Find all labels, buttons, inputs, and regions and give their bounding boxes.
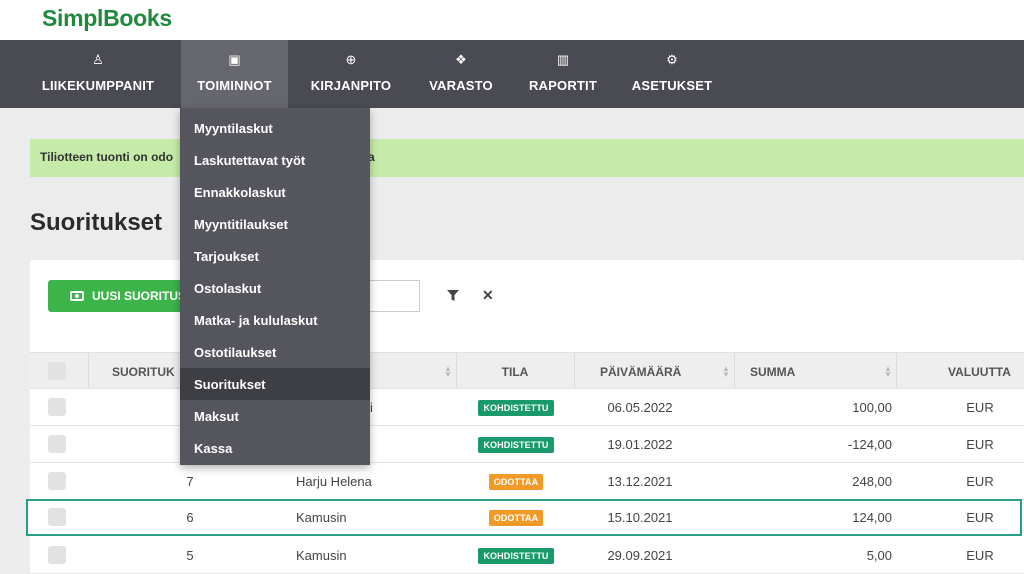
payment-amount: 124,00 <box>852 510 892 525</box>
menu-item-kassa[interactable]: Kassa <box>180 432 370 464</box>
nav-label: RAPORTIT <box>528 78 598 93</box>
select-all-checkbox[interactable] <box>48 362 66 380</box>
filter-icon[interactable] <box>447 290 459 302</box>
row-checkbox[interactable] <box>48 398 66 416</box>
partner-name[interactable]: i <box>370 389 373 426</box>
toiminnot-dropdown-menu: Myyntilaskut Laskutettavat työt Ennakkol… <box>180 108 370 465</box>
menu-item-ostolaskut[interactable]: Ostolaskut <box>180 272 370 304</box>
page-title: Suoritukset <box>30 209 163 236</box>
status-badge: KOHDISTETTU <box>478 547 554 564</box>
partner-name[interactable]: Harju Helena <box>296 463 372 500</box>
payment-currency: EUR <box>966 400 994 415</box>
payment-currency: EUR <box>966 474 994 489</box>
gear-icon: ⚙ <box>666 52 678 67</box>
top-bar: SimplBooks <box>0 0 1024 40</box>
calculator-icon: ▣ <box>228 52 241 67</box>
bar-chart-icon: ▥ <box>556 52 570 67</box>
payment-currency: EUR <box>966 510 994 525</box>
partner-name[interactable]: Kamusin <box>296 537 347 574</box>
nav-item-raportit[interactable]: ▥ RAPORTIT <box>520 40 606 108</box>
row-checkbox[interactable] <box>48 435 66 453</box>
main-nav: ♙ LIIKEKUMPPANIT ▣ TOIMINNOT ⊕ KIRJANPIT… <box>0 40 1024 108</box>
payment-currency: EUR <box>966 437 994 452</box>
nav-label: ASETUKSET <box>631 78 713 93</box>
payment-amount: 248,00 <box>852 474 892 489</box>
new-payment-label: UUSI SUORITUS <box>92 289 187 303</box>
menu-item-maksut[interactable]: Maksut <box>180 400 370 432</box>
menu-item-matka-ja-kululaskut[interactable]: Matka- ja kululaskut <box>180 304 370 336</box>
sort-icon[interactable]: ▲ ▼ <box>884 365 892 379</box>
header-status[interactable]: TILA <box>494 353 536 390</box>
new-payment-button[interactable]: UUSI SUORITUS <box>48 280 198 312</box>
nav-item-varasto[interactable]: ❖ VARASTO <box>418 40 504 108</box>
header-number[interactable]: SUORITUK <box>112 353 175 390</box>
sort-icon[interactable]: ▲ ▼ <box>722 365 730 379</box>
row-checkbox[interactable] <box>48 508 66 526</box>
payment-date: 29.09.2021 <box>607 548 673 563</box>
header-amount[interactable]: SUMMA <box>750 353 795 390</box>
nav-item-kirjanpito[interactable]: ⊕ KIRJANPITO <box>298 40 404 108</box>
table-row[interactable]: 5 Kamusin KOHDISTETTU 29.09.2021 5,00 EU… <box>30 537 1024 574</box>
menu-item-tarjoukset[interactable]: Tarjoukset <box>180 240 370 272</box>
row-checkbox[interactable] <box>48 546 66 564</box>
nav-label: VARASTO <box>429 78 493 93</box>
nav-label: TOIMINNOT <box>197 78 272 93</box>
money-icon <box>70 291 84 301</box>
partner-name[interactable]: Kamusin <box>296 501 347 534</box>
payment-date: 19.01.2022 <box>607 437 673 452</box>
payment-amount: 5,00 <box>866 548 892 563</box>
status-badge: KOHDISTETTU <box>478 436 554 453</box>
menu-item-laskutettavat-tyot[interactable]: Laskutettavat työt <box>180 144 370 176</box>
header-date[interactable]: PÄIVÄMÄÄRÄ <box>600 353 681 390</box>
status-badge: KOHDISTETTU <box>478 399 554 416</box>
payment-date: 13.12.2021 <box>607 474 673 489</box>
header-currency[interactable]: VALUUTTA <box>948 353 1011 390</box>
sort-icon[interactable]: ▲ ▼ <box>444 365 452 379</box>
payment-number: 5 <box>186 548 194 563</box>
logo[interactable]: SimplBooks <box>42 5 172 32</box>
nav-label: LIIKEKUMPPANIT <box>41 78 155 93</box>
clear-filter-icon[interactable]: ✕ <box>482 287 494 304</box>
nav-item-liikekumppanit[interactable]: ♙ LIIKEKUMPPANIT <box>28 40 168 108</box>
table-row[interactable]: 7 Harju Helena ODOTTAA 13.12.2021 248,00… <box>30 463 1024 500</box>
briefcase-icon: ⊕ <box>345 52 357 67</box>
menu-item-ostotilaukset[interactable]: Ostotilaukset <box>180 336 370 368</box>
table-row-highlighted[interactable]: 6 Kamusin ODOTTAA 15.10.2021 124,00 EUR <box>26 499 1022 536</box>
nav-item-toiminnot[interactable]: ▣ TOIMINNOT <box>181 40 288 108</box>
status-badge: ODOTTAA <box>488 473 544 490</box>
alert-text: Tiliotteen tuonti on odo <box>40 150 174 164</box>
nav-item-asetukset[interactable]: ⚙ ASETUKSET <box>624 40 720 108</box>
payment-date: 15.10.2021 <box>607 510 673 525</box>
nav-label: KIRJANPITO <box>310 78 392 93</box>
status-badge: ODOTTAA <box>488 509 544 526</box>
payment-date: 06.05.2022 <box>607 400 673 415</box>
menu-item-ennakkolaskut[interactable]: Ennakkolaskut <box>180 176 370 208</box>
row-checkbox[interactable] <box>48 472 66 490</box>
payment-currency: EUR <box>966 548 994 563</box>
payment-amount: 100,00 <box>852 400 892 415</box>
menu-item-suoritukset[interactable]: Suoritukset <box>180 368 370 400</box>
payment-number: 7 <box>186 474 194 489</box>
payment-number: 6 <box>186 510 194 525</box>
menu-item-myyntitilaukset[interactable]: Myyntitilaukset <box>180 208 370 240</box>
person-icon: ♙ <box>92 52 104 67</box>
payment-amount: -124,00 <box>847 437 892 452</box>
boxes-icon: ❖ <box>455 52 467 67</box>
menu-item-myyntilaskut[interactable]: Myyntilaskut <box>180 112 370 144</box>
